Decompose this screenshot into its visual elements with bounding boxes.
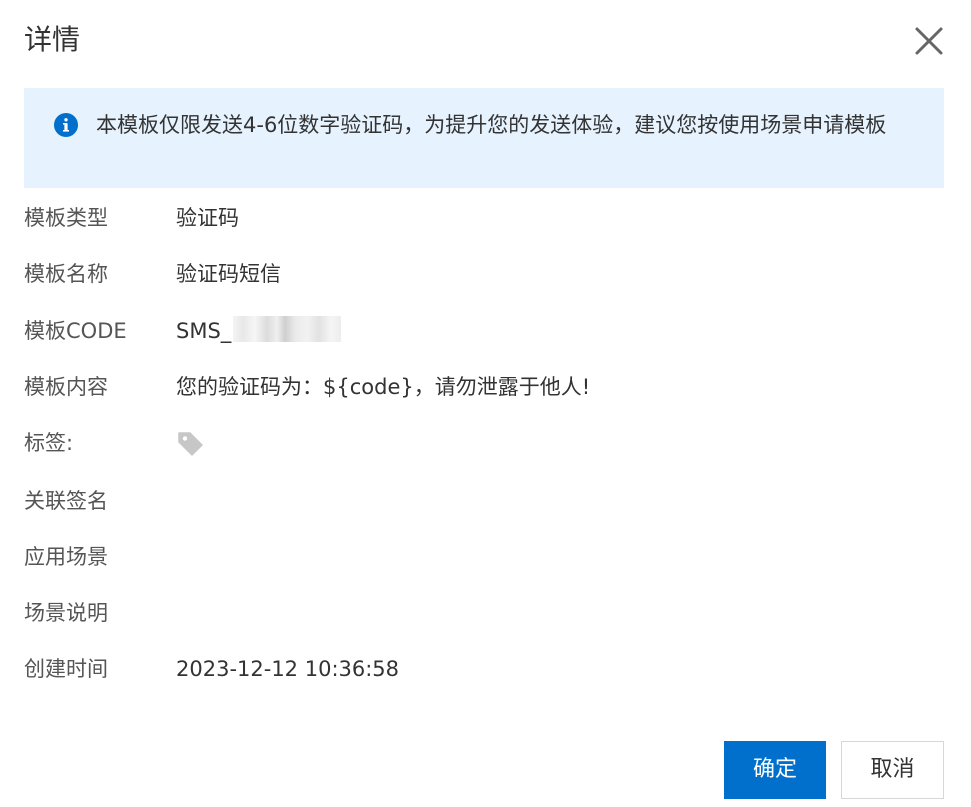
field-value: 您的验证码为：${code}，请勿泄露于他人! <box>176 375 591 399</box>
confirm-button[interactable]: 确定 <box>724 741 826 799</box>
alert-message: 本模板仅限发送4-6位数字验证码，为提升您的发送体验，建议您按使用场景申请模板 <box>96 113 887 137</box>
field-label: 标签: <box>24 431 74 455</box>
template-code-prefix: SMS_ <box>176 319 232 343</box>
field-label: 模板内容 <box>24 375 108 399</box>
field-row-scenario: 应用场景 <box>24 541 944 573</box>
field-row-template-name: 模板名称 验证码短信 <box>24 258 944 290</box>
field-value: 2023-12-12 10:36:58 <box>176 657 400 681</box>
field-row-scenario-desc: 场景说明 <box>24 597 944 629</box>
field-value: 验证码 <box>176 206 239 230</box>
field-label: 场景说明 <box>24 601 108 625</box>
detail-dialog: 详情 本模板仅限发送4-6位数字验证码，为提升您的发送体验，建议您按使用场景申请… <box>0 0 971 807</box>
field-row-template-code: 模板CODE SMS_ <box>24 315 944 347</box>
field-value: 验证码短信 <box>176 262 281 286</box>
close-icon <box>915 27 943 55</box>
field-label: 关联签名 <box>24 489 108 513</box>
info-alert: 本模板仅限发送4-6位数字验证码，为提升您的发送体验，建议您按使用场景申请模板 <box>24 88 944 188</box>
field-row-linked-signature: 关联签名 <box>24 485 944 517</box>
info-icon <box>54 113 78 137</box>
dialog-title: 详情 <box>24 23 81 56</box>
redacted-code <box>233 316 342 342</box>
field-value-code: SMS_ <box>176 315 342 347</box>
field-row-tags: 标签: <box>24 427 944 459</box>
field-label: 模板CODE <box>24 319 127 343</box>
field-label: 应用场景 <box>24 545 108 569</box>
field-row-template-type: 模板类型 验证码 <box>24 202 944 234</box>
close-button[interactable] <box>912 24 946 58</box>
field-row-created-time: 创建时间 2023-12-12 10:36:58 <box>24 653 944 685</box>
tag-icon[interactable] <box>176 429 204 457</box>
field-label: 模板类型 <box>24 206 108 230</box>
field-label: 模板名称 <box>24 262 108 286</box>
cancel-button[interactable]: 取消 <box>841 741 944 799</box>
field-label: 创建时间 <box>24 657 108 681</box>
field-row-template-content: 模板内容 您的验证码为：${code}，请勿泄露于他人! <box>24 371 944 403</box>
